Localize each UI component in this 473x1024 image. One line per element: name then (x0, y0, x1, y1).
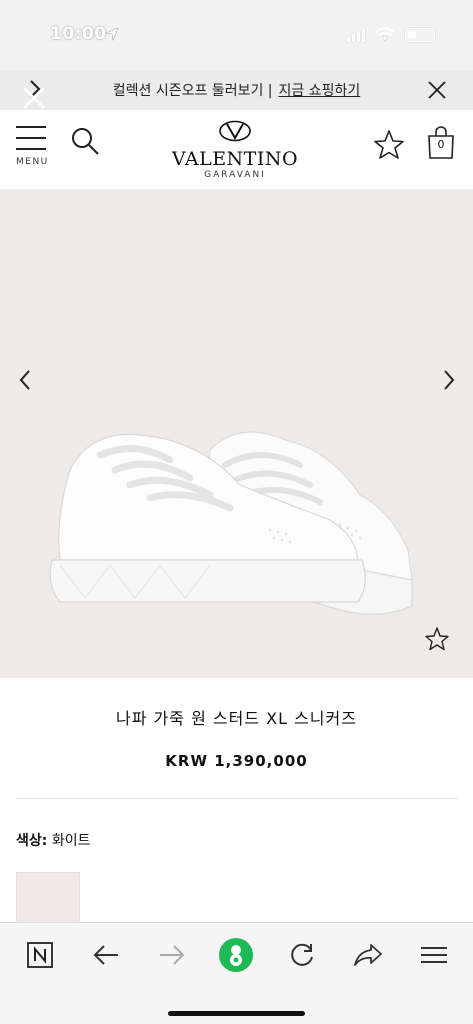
wifi-icon (375, 27, 395, 42)
status-time: 10:00 (50, 24, 107, 44)
star-icon[interactable] (424, 626, 450, 652)
forward-button[interactable] (154, 937, 190, 973)
menu-label: MENU (16, 157, 49, 167)
status-bar: 10:00 (0, 0, 473, 70)
bag-count: 0 (437, 138, 445, 151)
chevron-right-icon[interactable] (440, 368, 458, 392)
product-photo (49, 431, 413, 615)
promo-banner: 컬렉션 시즌오프 둘러보기 | 지금 쇼핑하기 (0, 70, 473, 110)
logo-subtitle: GARAVANI (204, 170, 266, 180)
back-arrow-icon (93, 945, 118, 965)
logo-wordmark: VALENTINO (171, 148, 299, 170)
product-price: KRW 1,390,000 (165, 752, 308, 770)
valentino-logo[interactable]: VALENTINO GARAVANI (170, 120, 300, 184)
home-indicator (168, 1011, 305, 1016)
signal-icon (347, 27, 365, 42)
search-icon[interactable] (70, 126, 100, 156)
color-swatch[interactable] (16, 872, 80, 924)
close-icon[interactable] (427, 80, 447, 100)
refresh-icon (291, 943, 313, 966)
color-row: 색상: 화이트 (16, 830, 90, 850)
divider (16, 798, 457, 799)
menu-button-toolbar[interactable] (416, 937, 452, 973)
menu-button[interactable]: MENU (16, 126, 50, 182)
product-image-carousel[interactable] (0, 190, 473, 678)
shop-now-link[interactable]: 지금 쇼핑하기 (279, 80, 361, 100)
back-button[interactable] (88, 937, 124, 973)
color-label: 색상: (16, 833, 48, 849)
v-logo-icon (219, 120, 251, 142)
chevron-left-icon[interactable] (16, 368, 34, 392)
home-button[interactable] (218, 937, 254, 973)
naver-green-icon (219, 938, 253, 972)
bag-button[interactable]: 0 (426, 126, 456, 160)
battery-icon (405, 27, 435, 42)
promo-text: 컬렉션 시즌오프 둘러보기 | (112, 83, 273, 99)
forward-arrow-icon (160, 945, 185, 965)
browser-toolbar (0, 922, 473, 1024)
site-header: MENU VALENTINO GARAVANI 0 (0, 110, 473, 190)
tabs-button[interactable] (22, 937, 58, 973)
refresh-button[interactable] (284, 937, 320, 973)
hamburger-icon (421, 947, 447, 963)
menu-icon (16, 126, 50, 150)
n-logo-icon (27, 942, 53, 968)
close-icon[interactable] (20, 84, 48, 112)
star-icon[interactable] (372, 128, 406, 162)
share-button[interactable] (350, 937, 386, 973)
navigation-arrow-icon (104, 27, 119, 42)
product-name: 나파 가죽 원 스터드 XL 스니커즈 (116, 709, 357, 728)
color-value: 화이트 (51, 833, 91, 849)
share-icon (354, 944, 382, 966)
